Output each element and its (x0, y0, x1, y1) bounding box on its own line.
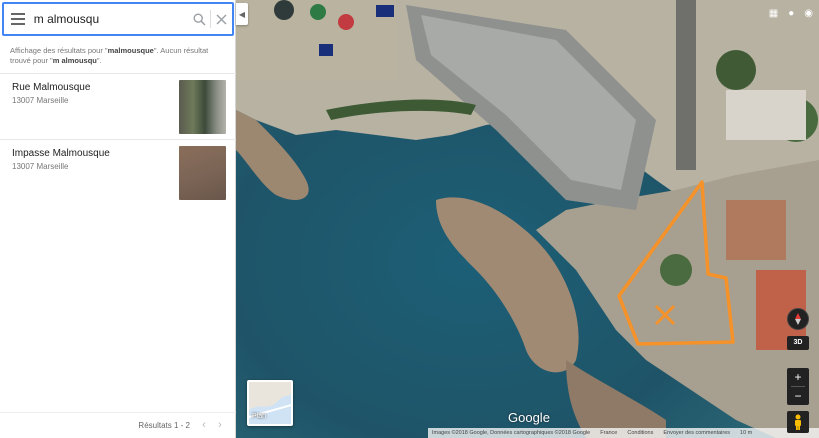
attribution-country[interactable]: France (600, 430, 617, 436)
next-page-icon[interactable]: › (214, 419, 226, 431)
attribution-images: Images ©2018 Google, Données cartographi… (432, 430, 591, 436)
search-button[interactable] (189, 4, 210, 34)
menu-button[interactable] (4, 4, 32, 34)
attribution-bar: Images ©2018 Google, Données cartographi… (428, 428, 819, 438)
results-footer: Résultats 1 - 2 ‹ › (0, 412, 236, 438)
collapse-panel-button[interactable]: ◀ (236, 3, 248, 25)
result-address: 13007 Marseille (12, 96, 69, 105)
compass-button[interactable] (787, 308, 809, 330)
pegman-icon (795, 414, 801, 430)
result-thumbnail (179, 146, 226, 200)
chevron-left-icon: ◀ (238, 9, 246, 19)
menu-icon (10, 13, 25, 25)
notice-prefix: Affichage des résultats pour " (10, 46, 108, 55)
clear-search-button[interactable] (211, 4, 232, 34)
zoom-in-button[interactable]: + (787, 368, 809, 386)
map-controls: 3D + − (787, 308, 809, 433)
original-query[interactable]: m almousqu (53, 56, 97, 65)
google-logo: Google (508, 410, 550, 425)
results-panel: Affichage des résultats pour "malmousque… (0, 0, 236, 438)
satellite-imagery (236, 0, 819, 438)
scale-label[interactable]: 10 m (740, 430, 752, 436)
zoom-out-button[interactable]: − (787, 387, 809, 405)
prev-page-icon[interactable]: ‹ (198, 419, 210, 431)
tilt-3d-button[interactable]: 3D (787, 336, 809, 350)
map-canvas[interactable] (236, 0, 819, 438)
plan-label: Plan (252, 413, 267, 420)
attribution-terms[interactable]: Conditions (627, 430, 653, 436)
result-thumbnail (179, 80, 226, 134)
app-root: Affichage des résultats pour "malmousque… (0, 0, 819, 438)
attribution-feedback[interactable]: Envoyer des commentaires (663, 430, 730, 436)
apps-icon[interactable]: ▦ (769, 8, 778, 19)
bell-icon[interactable]: ● (788, 8, 794, 19)
result-name: Impasse Malmousque (12, 148, 110, 159)
zoom-controls: + − (787, 368, 809, 405)
account-toolbar: ▦ ● ◉ (769, 8, 813, 19)
search-box (2, 2, 234, 36)
list-item[interactable]: Impasse Malmousque 13007 Marseille (0, 140, 236, 206)
result-name: Rue Malmousque (12, 82, 91, 93)
corrected-query[interactable]: malmousque (108, 46, 154, 55)
layer-switch-plan[interactable]: Plan (247, 380, 293, 426)
account-icon[interactable]: ◉ (804, 8, 813, 19)
search-correction-notice: Affichage des résultats pour "malmousque… (10, 46, 230, 66)
search-icon (193, 12, 206, 26)
pegman-button[interactable] (787, 411, 809, 433)
result-address: 13007 Marseille (12, 162, 69, 171)
results-count: Résultats 1 - 2 (138, 421, 190, 430)
search-input[interactable] (31, 5, 189, 33)
notice-suffix: ". (96, 56, 102, 65)
compass-icon (795, 313, 801, 325)
close-icon (216, 14, 227, 24)
list-item[interactable]: Rue Malmousque 13007 Marseille (0, 74, 236, 140)
